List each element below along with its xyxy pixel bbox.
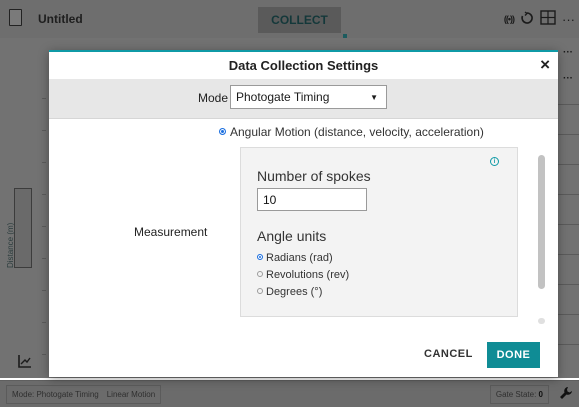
mode-select-value: Photogate Timing <box>236 90 330 104</box>
revolutions-radio[interactable]: Revolutions (rev) <box>257 269 349 281</box>
table-row-divider <box>557 164 579 165</box>
table-row-divider <box>557 344 579 345</box>
table-row-divider <box>557 254 579 255</box>
file-icon[interactable] <box>9 9 22 26</box>
y-axis-label[interactable]: Distance (m) <box>6 223 15 268</box>
radians-label: Radians (rad) <box>266 252 333 264</box>
info-icon[interactable]: i <box>490 157 499 166</box>
gate-state-badge: Gate State: 0 <box>489 385 549 404</box>
measurement-label: Measurement <box>134 225 208 239</box>
angular-motion-radio[interactable]: Angular Motion (distance, velocity, acce… <box>219 125 484 139</box>
table-row-divider <box>557 134 579 135</box>
axis-selector[interactable] <box>14 188 32 268</box>
table-column-headers: ··· ··· <box>557 48 579 100</box>
cancel-button[interactable]: CANCEL <box>424 348 473 360</box>
sensor-icon[interactable]: ((•)) <box>504 14 515 24</box>
data-collection-settings-dialog: Data Collection Settings × Mode Photogat… <box>49 50 558 377</box>
radians-radio[interactable]: Radians (rad) <box>257 252 333 264</box>
rotate-icon[interactable] <box>520 10 534 28</box>
chevron-down-icon: ▼ <box>370 93 378 102</box>
spokes-input[interactable] <box>257 188 367 211</box>
gate-state-label: Gate State: <box>495 390 537 399</box>
dialog-header: Data Collection Settings × <box>49 52 558 79</box>
radio-unselected-icon <box>257 271 263 278</box>
submode-status-text: Linear Motion <box>106 390 156 399</box>
more-menu-icon[interactable]: ··· <box>562 12 575 27</box>
top-toolbar: Untitled COLLECT ((•)) ··· <box>0 0 579 38</box>
dialog-footer: CANCEL DONE <box>49 337 558 377</box>
table-row-divider <box>557 314 579 315</box>
dialog-title: Data Collection Settings <box>228 58 379 73</box>
angle-units-label: Angle units <box>257 228 327 244</box>
table-row-divider <box>557 284 579 285</box>
status-bar: Mode: Photogate Timing Linear Motion Gate… <box>0 380 579 407</box>
column-menu-icon[interactable]: ··· <box>557 74 579 100</box>
mode-label: Mode <box>197 91 228 105</box>
collect-button[interactable]: COLLECT <box>258 7 341 33</box>
radio-unselected-icon <box>257 288 263 295</box>
toolbar-right-icons: ((•)) ··· <box>504 10 575 28</box>
dialog-scrollbar-thumb[interactable] <box>538 155 545 289</box>
close-icon[interactable]: × <box>540 55 550 75</box>
revolutions-label: Revolutions (rev) <box>266 269 350 281</box>
document-title[interactable]: Untitled <box>38 12 83 26</box>
layout-icon[interactable] <box>540 10 556 28</box>
angular-motion-label: Angular Motion (distance, velocity, acce… <box>230 125 484 139</box>
mode-select[interactable]: Photogate Timing ▼ <box>230 85 387 109</box>
done-button[interactable]: DONE <box>487 342 540 368</box>
degrees-radio[interactable]: Degrees (°) <box>257 286 322 298</box>
radio-selected-icon <box>257 254 263 261</box>
mode-status[interactable]: Mode: Photogate Timing Linear Motion <box>6 385 162 404</box>
spokes-label: Number of spokes <box>257 168 371 184</box>
wrench-icon[interactable] <box>559 386 573 403</box>
dialog-scrollbar-end <box>538 318 545 324</box>
table-row-divider <box>557 194 579 195</box>
radio-selected-icon <box>219 128 226 136</box>
column-menu-icon[interactable]: ··· <box>557 48 579 74</box>
mode-status-text: Mode: Photogate Timing <box>12 390 99 399</box>
axis-ticks <box>42 98 48 358</box>
degrees-label: Degrees (°) <box>266 286 323 298</box>
measurement-panel: i Number of spokes Angle units Radians (… <box>240 147 518 317</box>
gate-state-value: 0 <box>538 390 543 399</box>
graph-options-icon[interactable] <box>18 354 32 373</box>
table-row-divider <box>557 224 579 225</box>
table-row-divider <box>557 104 579 105</box>
mode-row: Mode Photogate Timing ▼ <box>49 79 558 119</box>
